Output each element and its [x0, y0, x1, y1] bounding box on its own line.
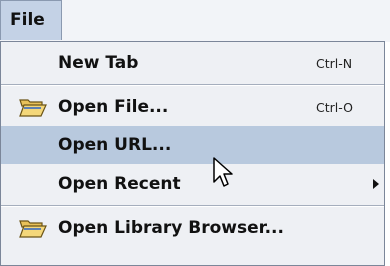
menu-item-open-url[interactable]: Open URL...: [1, 126, 384, 164]
menu-item-open-file[interactable]: Open File... Ctrl-O: [1, 88, 384, 126]
menu-item-label: Open File...: [58, 97, 169, 117]
menu-item-shortcut: Ctrl-N: [316, 56, 353, 71]
open-folder-icon: [18, 96, 48, 118]
menu-item-label: Open Recent: [58, 174, 181, 194]
open-folder-icon: [18, 217, 48, 239]
file-menu-label: File: [10, 10, 45, 30]
mouse-cursor-icon: [213, 157, 233, 187]
menu-item-label: New Tab: [58, 53, 139, 73]
file-menu[interactable]: File: [0, 0, 62, 40]
menu-item-label: Open URL...: [58, 135, 172, 155]
menu-item-shortcut: Ctrl-O: [316, 100, 353, 115]
menu-item-open-recent[interactable]: Open Recent: [1, 165, 384, 203]
menu-separator: [1, 205, 384, 207]
menu-item-open-library-browser[interactable]: Open Library Browser...: [1, 209, 384, 247]
submenu-arrow-icon: [373, 179, 379, 189]
menu-item-new-tab[interactable]: New Tab Ctrl-N: [1, 44, 384, 82]
file-dropdown-menu: New Tab Ctrl-N Open File... Ctrl-O Open …: [0, 41, 385, 266]
menu-item-label: Open Library Browser...: [58, 218, 284, 238]
menu-separator: [1, 84, 384, 86]
menu-bar: File: [0, 0, 390, 42]
